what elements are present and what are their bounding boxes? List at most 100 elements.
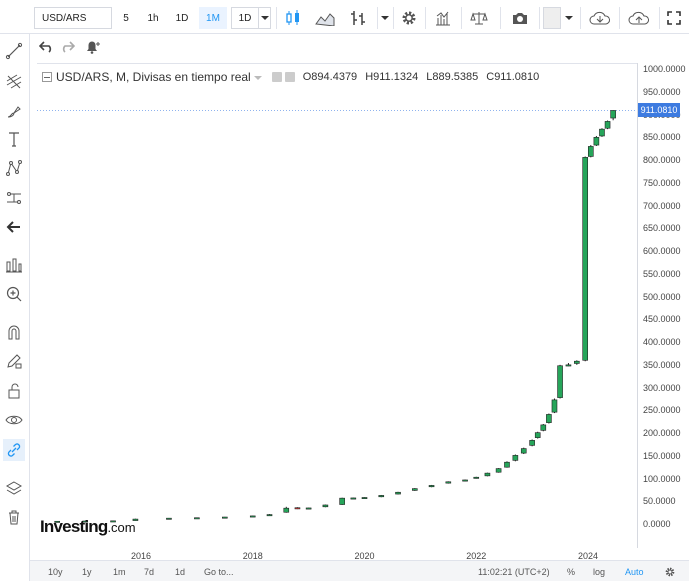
trend-line-icon[interactable]	[3, 40, 25, 62]
back-arrow-icon[interactable]	[3, 216, 25, 238]
pencil-lock-icon[interactable]	[3, 350, 25, 372]
legend-title[interactable]: USD/ARS, M, Divisas en tiempo real	[56, 70, 251, 84]
measure-icon[interactable]	[3, 187, 25, 209]
candle	[582, 156, 589, 362]
candle-body	[520, 448, 527, 454]
candles-chart-type-icon[interactable]	[282, 7, 304, 29]
candle	[574, 360, 580, 365]
candle	[551, 398, 558, 414]
price-axis-divider	[637, 63, 638, 548]
legend-settings-icon[interactable]	[284, 72, 295, 82]
price-chart[interactable]	[37, 63, 637, 548]
range-1m[interactable]: 1m	[113, 565, 126, 578]
candle-body	[529, 440, 535, 446]
candle-body	[194, 517, 200, 520]
high-label: H	[365, 71, 374, 83]
magnet-icon[interactable]	[3, 321, 25, 343]
range-dropdown-chevron-icon[interactable]	[259, 7, 271, 29]
price-axis-tick: 100.0000	[643, 473, 681, 484]
candle	[411, 488, 418, 491]
candle-body	[610, 110, 616, 119]
cloud-upload-icon[interactable]	[624, 7, 654, 29]
candle-body	[546, 414, 552, 423]
price-axis-tick: 150.0000	[643, 450, 681, 461]
price-axis-tick: 200.0000	[643, 428, 681, 438]
candle	[361, 497, 368, 499]
range-10y[interactable]: 10y	[48, 565, 63, 578]
log-scale-button[interactable]: log	[593, 565, 605, 578]
interval-1h[interactable]: 1h	[142, 7, 164, 29]
price-axis-tick: 500.0000	[643, 291, 681, 302]
price-axis-tick: 1000.0000	[643, 64, 686, 74]
compare-scales-icon[interactable]	[467, 7, 491, 29]
candle-body	[294, 507, 301, 510]
candle-body	[339, 497, 345, 505]
candle	[462, 479, 468, 482]
candle	[473, 476, 480, 479]
candle	[166, 517, 172, 520]
candle	[529, 439, 535, 447]
candle	[504, 461, 510, 468]
eye-icon[interactable]	[3, 409, 25, 431]
candle-body	[428, 485, 435, 488]
link-icon[interactable]	[3, 439, 25, 461]
auto-scale-button[interactable]: Auto	[625, 565, 644, 578]
bars-chart-icon[interactable]	[346, 7, 370, 29]
price-axis-tick: 800.0000	[643, 155, 681, 165]
legend-visibility-icon[interactable]	[271, 72, 282, 82]
text-tool-icon[interactable]	[3, 128, 25, 150]
undo-icon[interactable]	[36, 36, 58, 58]
pattern-icon[interactable]	[3, 157, 25, 179]
last-price-tag: 911.0810	[638, 103, 680, 118]
symbol-search-input[interactable]: USD/ARS	[34, 7, 112, 29]
camera-snapshot-icon[interactable]	[508, 7, 532, 29]
alert-bell-icon[interactable]	[82, 36, 104, 58]
fullscreen-icon[interactable]	[664, 7, 684, 29]
chart-type-dropdown-chevron-icon[interactable]	[377, 7, 391, 29]
percent-scale-button[interactable]: %	[567, 565, 575, 578]
secondary-toolbar	[34, 34, 109, 60]
candle-body	[266, 514, 273, 517]
candle-body	[582, 157, 589, 361]
long-position-icon[interactable]	[3, 254, 25, 276]
range-1d[interactable]: 1d	[175, 565, 185, 578]
candle	[194, 517, 200, 520]
redo-icon[interactable]	[56, 36, 78, 58]
candle-body	[534, 432, 541, 438]
candle	[283, 506, 290, 513]
legend-collapse-icon[interactable]	[42, 72, 52, 82]
candle-body	[411, 488, 418, 491]
layers-icon[interactable]	[3, 477, 25, 499]
color-dropdown-chevron-icon[interactable]	[563, 7, 575, 29]
interval-1d[interactable]: 1D	[170, 7, 194, 29]
range-select[interactable]: 1D	[231, 7, 259, 29]
price-axis-tick: 0.0000	[643, 519, 671, 529]
price-axis-tick: 450.0000	[643, 314, 681, 325]
range-7d[interactable]: 7d	[144, 565, 154, 578]
bottom-settings-gear-icon[interactable]	[664, 565, 676, 578]
trash-icon[interactable]	[3, 506, 25, 528]
candle-body	[305, 507, 312, 510]
candle-body	[166, 517, 172, 520]
goto-date-button[interactable]: Go to...	[204, 565, 234, 578]
brush-icon[interactable]	[3, 100, 25, 122]
area-chart-icon[interactable]	[312, 7, 338, 29]
candle	[339, 497, 345, 505]
range-1y[interactable]: 1y	[82, 565, 92, 578]
interval-5[interactable]: 5	[117, 7, 135, 29]
candle-body	[395, 491, 401, 495]
interval-1m[interactable]: 1M	[199, 7, 227, 29]
bottom-bar: 10y 1y 1m 7d 1d Go to... 11:02:21 (UTC+2…	[30, 560, 689, 581]
price-axis-tick: 550.0000	[643, 268, 681, 279]
pitchfork-icon[interactable]	[3, 70, 25, 92]
zoom-in-icon[interactable]	[3, 283, 25, 305]
color-swatch-button[interactable]	[543, 7, 561, 29]
candle-body	[593, 137, 600, 146]
cloud-download-icon[interactable]	[586, 7, 614, 29]
settings-gear-icon[interactable]	[398, 7, 420, 29]
legend-dropdown-chevron-icon[interactable]	[253, 70, 262, 84]
unlock-icon[interactable]	[3, 380, 25, 402]
drawing-tools-sidebar	[0, 0, 30, 581]
indicators-icon[interactable]	[432, 7, 454, 29]
candle	[350, 497, 357, 500]
